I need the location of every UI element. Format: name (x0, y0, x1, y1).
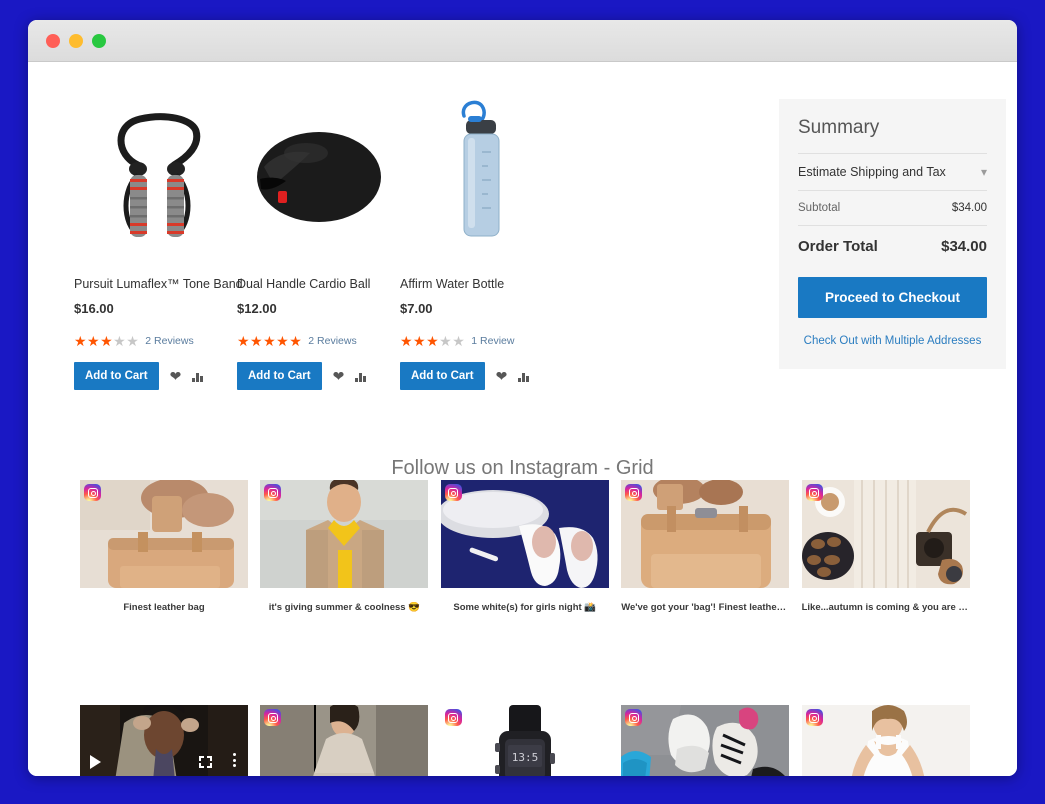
product-image-resistance-band[interactable] (74, 94, 237, 259)
instagram-icon (84, 484, 101, 501)
product-card: Affirm Water Bottle $7.00 ★★★★★ 1 Review… (400, 94, 563, 391)
order-total-value: $34.00 (941, 238, 987, 255)
summary-title: Summary (798, 117, 880, 138)
instagram-post: Like...autumn is coming & you are th... (801, 480, 970, 614)
instagram-video-woman-video[interactable] (80, 705, 248, 776)
compare-chart-icon[interactable] (192, 371, 203, 382)
instagram-image-woman-ruffle-dress[interactable] (260, 705, 429, 776)
instagram-icon (444, 484, 462, 501)
product-image-cardio-ball[interactable] (237, 94, 400, 259)
kebab-menu-icon[interactable] (233, 753, 236, 770)
product-rating: ★★★★★ 2 Reviews (237, 334, 400, 348)
instagram-caption: We've got your 'bag'! Finest leather ... (621, 602, 790, 613)
instagram-caption: Finest leather bag (123, 602, 205, 613)
video-controls (80, 705, 248, 776)
wishlist-heart-icon[interactable]: ❤ (170, 368, 182, 385)
estimate-shipping-label: Estimate Shipping and Tax (798, 165, 946, 179)
instagram-icon (805, 709, 823, 726)
close-window-button[interactable] (46, 33, 60, 48)
product-name[interactable]: Dual Handle Cardio Ball (237, 276, 400, 292)
instagram-image-sneakers-feet[interactable] (621, 705, 790, 776)
instagram-icon (805, 484, 823, 501)
instagram-post: it's giving summer & coolness 😎 (260, 480, 429, 614)
instagram-image-woman-white-tank[interactable] (801, 705, 970, 776)
maximize-window-button[interactable] (92, 33, 106, 48)
svg-text:13:5: 13:5 (512, 751, 539, 764)
instagram-post: We've got your 'bag'! Finest leather ... (621, 480, 790, 614)
instagram-icon (444, 709, 462, 726)
subtotal-label: Subtotal (798, 202, 841, 214)
instagram-icon (264, 709, 282, 726)
review-count-link[interactable]: 2 Reviews (145, 335, 193, 347)
estimate-shipping-toggle[interactable]: Estimate Shipping and Tax ▾ (798, 153, 987, 191)
add-to-cart-button[interactable]: Add to Cart (74, 362, 159, 391)
product-list: Pursuit Lumaflex™ Tone Band $16.00 ★★★★★… (74, 94, 563, 391)
proceed-to-checkout-button[interactable]: Proceed to Checkout (798, 277, 987, 318)
instagram-post: Tie the (friend) knot The sneaker coll..… (621, 705, 790, 776)
order-total-row: Order Total $34.00 (798, 226, 987, 255)
instagram-post: Some white(s) for girls night 📸 (440, 480, 609, 614)
instagram-post: 13:5 I mean look at that watch - simple … (440, 705, 609, 776)
play-icon[interactable] (90, 755, 101, 769)
instagram-section-heading: Follow us on Instagram - Grid (391, 457, 654, 479)
instagram-caption: Like...autumn is coming & you are th... (801, 602, 970, 613)
instagram-post: Summer Time - Summer Charm Get t... (260, 705, 429, 776)
review-count-link[interactable]: 1 Review (471, 335, 514, 347)
subtotal-value: $34.00 (951, 202, 987, 214)
instagram-caption: Some white(s) for girls night 📸 (453, 602, 597, 613)
instagram-icon (264, 484, 282, 501)
product-image-water-bottle[interactable] (400, 94, 563, 259)
instagram-image-coffee-sweater-camera[interactable] (801, 480, 970, 588)
product-price: $16.00 (74, 301, 114, 317)
product-card: Dual Handle Cardio Ball $12.00 ★★★★★ 2 R… (237, 94, 400, 391)
add-to-cart-button[interactable]: Add to Cart (237, 362, 322, 391)
product-rating: ★★★★★ 1 Review (400, 334, 563, 348)
wishlist-heart-icon[interactable]: ❤ (333, 368, 345, 385)
add-to-cart-button[interactable]: Add to Cart (400, 362, 485, 391)
fullscreen-icon[interactable] (199, 756, 212, 768)
product-price: $12.00 (237, 301, 277, 317)
compare-chart-icon[interactable] (518, 371, 529, 382)
product-name[interactable]: Affirm Water Bottle (400, 276, 563, 292)
product-rating: ★★★★★ 2 Reviews (74, 334, 237, 348)
instagram-grid-row-2: HAve you got the look? (80, 705, 975, 776)
star-rating-icon: ★★★★★ (400, 333, 466, 350)
instagram-grid-row-1: Finest leather bag it's giving summer & … (80, 480, 975, 614)
chevron-down-icon: ▾ (980, 165, 987, 179)
wishlist-heart-icon[interactable]: ❤ (496, 368, 508, 385)
instagram-post: Finest leather bag (80, 480, 248, 614)
instagram-icon (625, 484, 643, 501)
compare-chart-icon[interactable] (355, 371, 366, 382)
instagram-image-tan-suitcase[interactable] (621, 480, 790, 588)
instagram-icon (625, 709, 643, 726)
order-summary-panel: Summary Estimate Shipping and Tax ▾ Subt… (779, 99, 1006, 369)
product-name[interactable]: Pursuit Lumaflex™ Tone Band (74, 276, 243, 292)
review-count-link[interactable]: 2 Reviews (308, 335, 356, 347)
product-price: $7.00 (400, 301, 433, 317)
browser-window: Pursuit Lumaflex™ Tone Band $16.00 ★★★★★… (28, 20, 1017, 776)
instagram-post: HAve you got the look? (80, 705, 248, 776)
product-card: Pursuit Lumaflex™ Tone Band $16.00 ★★★★★… (74, 94, 243, 391)
instagram-post: The Breathe Easy Tank is so soft, ligh..… (801, 705, 970, 776)
product-actions: Add to Cart ❤ (74, 362, 237, 391)
instagram-image-black-digital-watch[interactable]: 13:5 (440, 705, 609, 776)
instagram-image-man-yellow-shirt[interactable] (260, 480, 429, 588)
product-actions: Add to Cart ❤ (400, 362, 563, 391)
multiple-addresses-link[interactable]: Check Out with Multiple Addresses (798, 335, 987, 347)
star-rating-icon: ★★★★★ (237, 333, 303, 350)
instagram-caption: it's giving summer & coolness 😎 (268, 602, 421, 613)
star-rating-icon: ★★★★★ (74, 333, 140, 350)
instagram-image-white-heels-blue[interactable] (440, 480, 609, 588)
minimize-window-button[interactable] (69, 33, 83, 48)
subtotal-row: Subtotal $34.00 (798, 191, 987, 226)
order-total-label: Order Total (798, 238, 878, 255)
page-content: Pursuit Lumaflex™ Tone Band $16.00 ★★★★★… (28, 62, 1017, 776)
instagram-image-leather-bag-hands[interactable] (80, 480, 248, 588)
product-actions: Add to Cart ❤ (237, 362, 400, 391)
window-titlebar (28, 20, 1017, 62)
